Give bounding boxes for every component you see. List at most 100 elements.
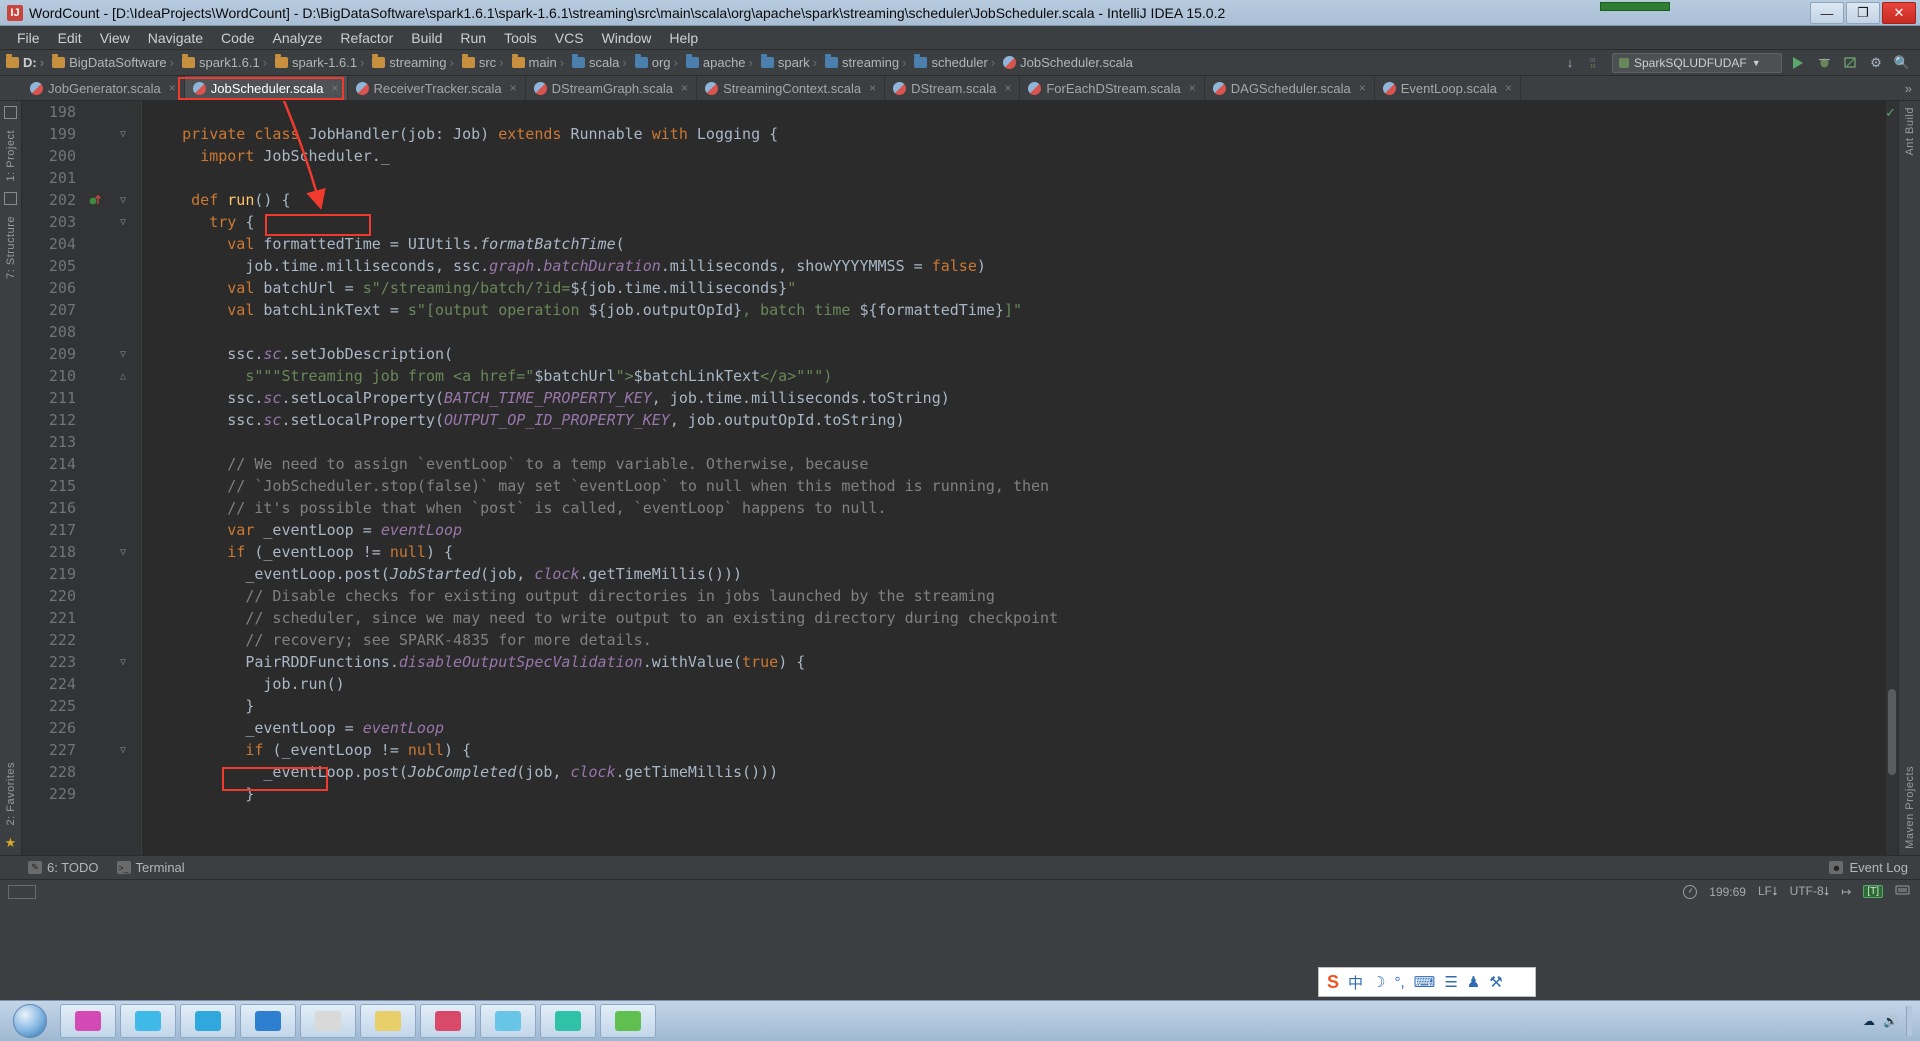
run-button[interactable]: [1788, 53, 1808, 73]
event-log-label[interactable]: Event Log: [1849, 860, 1908, 875]
menu-run[interactable]: Run: [451, 28, 495, 48]
close-icon[interactable]: ×: [681, 81, 688, 95]
breadcrumb-item-d[interactable]: D: ›: [4, 54, 50, 70]
menu-vcs[interactable]: VCS: [546, 28, 593, 48]
fold-toggle-icon[interactable]: ▽: [108, 745, 138, 756]
taskbar-item-1[interactable]: [60, 1004, 116, 1038]
sidebar-item-structure[interactable]: 7: Structure: [5, 210, 17, 285]
code-line[interactable]: 219 _eventLoop.post(JobStarted(job, cloc…: [22, 563, 1898, 585]
fold-toggle-icon[interactable]: ▽: [108, 657, 138, 668]
editor-tab-receivertracker-scala[interactable]: ReceiverTracker.scala ×: [348, 76, 526, 100]
editor-tab-foreachdstream-scala[interactable]: ForEachDStream.scala ×: [1020, 76, 1205, 100]
taskbar-item-3[interactable]: [180, 1004, 236, 1038]
taskbar-item-7[interactable]: [420, 1004, 476, 1038]
status-badge[interactable]: [T]: [1863, 885, 1883, 898]
code-line[interactable]: 225 }: [22, 695, 1898, 717]
editor-tab-dstream-scala[interactable]: DStream.scala ×: [885, 76, 1021, 100]
code-line[interactable]: 206 val batchUrl = s"/streaming/batch/?i…: [22, 277, 1898, 299]
code-line[interactable]: 202 ▽ def run() {: [22, 189, 1898, 211]
breadcrumb-item-streaming[interactable]: streaming ›: [370, 54, 459, 70]
breadcrumb-item-apache[interactable]: apache ›: [684, 54, 759, 70]
code-line[interactable]: 220 // Disable checks for existing outpu…: [22, 585, 1898, 607]
sidebar-item-project[interactable]: 1: Project: [5, 124, 17, 187]
override-gutter-icon[interactable]: [82, 193, 108, 207]
menu-navigate[interactable]: Navigate: [139, 28, 212, 48]
close-button[interactable]: ✕: [1882, 2, 1916, 24]
run-with-coverage-button[interactable]: [1840, 53, 1860, 73]
menu-refactor[interactable]: Refactor: [331, 28, 402, 48]
fold-toggle-icon[interactable]: ▽: [108, 129, 138, 140]
code-line[interactable]: 198: [22, 101, 1898, 123]
line-numbers-icon[interactable]: 01 10: [1586, 53, 1606, 73]
run-configuration-selector[interactable]: SparkSQLUDFUDAF ▼: [1612, 52, 1782, 73]
fold-toggle-icon[interactable]: ▽: [108, 195, 138, 206]
favorites-star-icon[interactable]: ★: [5, 835, 17, 851]
sidebar-item-maven-projects[interactable]: Maven Projects: [1904, 760, 1916, 855]
breadcrumb-item-spark161[interactable]: spark-1.6.1 ›: [273, 54, 370, 70]
indent-icon[interactable]: ↦: [1841, 885, 1851, 899]
code-line[interactable]: 222 // recovery; see SPARK-4835 for more…: [22, 629, 1898, 651]
code-line[interactable]: 214 // We need to assign `eventLoop` to …: [22, 453, 1898, 475]
search-icon[interactable]: 🔍: [1892, 53, 1912, 73]
ime-toolbar[interactable]: S 中 ☽ °, ⌨ ☰ ♟ ⚒: [1318, 967, 1536, 997]
settings-gear-icon[interactable]: ⚙: [1866, 53, 1886, 73]
taskbar-item-2[interactable]: [120, 1004, 176, 1038]
fold-toggle-icon[interactable]: ▽: [108, 217, 138, 228]
taskbar-item-6[interactable]: [360, 1004, 416, 1038]
breadcrumb-item-src[interactable]: src ›: [460, 54, 510, 70]
close-icon[interactable]: ×: [1505, 81, 1512, 95]
menu-edit[interactable]: Edit: [49, 28, 91, 48]
breadcrumb-item-spark161[interactable]: spark1.6.1 ›: [180, 54, 273, 70]
code-line[interactable]: 213: [22, 431, 1898, 453]
file-encoding[interactable]: UTF-8⭣: [1790, 884, 1830, 899]
code-line[interactable]: 207 val batchLinkText = s"[output operat…: [22, 299, 1898, 321]
taskbar-item-4[interactable]: [240, 1004, 296, 1038]
sidebar-item-favorites[interactable]: 2: Favorites: [5, 756, 17, 831]
code-line[interactable]: 201: [22, 167, 1898, 189]
code-line[interactable]: 212 ssc.sc.setLocalProperty(OUTPUT_OP_ID…: [22, 409, 1898, 431]
editor-tab-eventloop-scala[interactable]: EventLoop.scala ×: [1375, 76, 1521, 100]
menu-code[interactable]: Code: [212, 28, 263, 48]
editor-tab-streamingcontext-scala[interactable]: StreamingContext.scala ×: [697, 76, 886, 100]
breadcrumb-item-bigdatasoftware[interactable]: BigDataSoftware ›: [50, 54, 180, 70]
structure-rail-icon[interactable]: [4, 192, 17, 206]
taskbar-item-5[interactable]: [300, 1004, 356, 1038]
tray-icon-show-desktop[interactable]: [1906, 1006, 1912, 1036]
breadcrumb-item-scheduler[interactable]: scheduler ›: [912, 54, 1001, 70]
fold-toggle-icon[interactable]: △: [108, 371, 138, 382]
tab-overflow-button[interactable]: »: [1905, 76, 1920, 100]
breadcrumb-item-jobschedulerscala[interactable]: JobScheduler.scala: [1001, 55, 1136, 70]
close-icon[interactable]: ×: [1189, 81, 1196, 95]
code-line[interactable]: 216 // it's possible that when `post` is…: [22, 497, 1898, 519]
menu-window[interactable]: Window: [593, 28, 661, 48]
close-icon[interactable]: ×: [1359, 81, 1366, 95]
ime-user-icon[interactable]: ☰: [1444, 973, 1457, 991]
close-icon[interactable]: ×: [1004, 81, 1011, 95]
project-rail-icon[interactable]: [4, 106, 17, 119]
debug-button[interactable]: [1814, 53, 1834, 73]
status-window-icon[interactable]: [8, 884, 36, 899]
code-line[interactable]: 224 job.run(): [22, 673, 1898, 695]
code-line[interactable]: 218 ▽ if (_eventLoop != null) {: [22, 541, 1898, 563]
editor-tab-jobgenerator-scala[interactable]: JobGenerator.scala ×: [22, 76, 185, 100]
editor-tab-dagscheduler-scala[interactable]: DAGScheduler.scala ×: [1205, 76, 1375, 100]
maximize-button[interactable]: ❐: [1846, 2, 1880, 24]
tray-icon-network[interactable]: ☁: [1863, 1014, 1875, 1028]
code-line[interactable]: 226 _eventLoop = eventLoop: [22, 717, 1898, 739]
sidebar-item-ant-build[interactable]: Ant Build: [1904, 101, 1916, 162]
code-line[interactable]: 221 // scheduler, since we may need to w…: [22, 607, 1898, 629]
ime-mode-icon[interactable]: 中: [1348, 972, 1363, 993]
breadcrumb-item-spark[interactable]: spark ›: [759, 54, 823, 70]
breadcrumb-item-scala[interactable]: scala ›: [570, 54, 633, 70]
tray-icon-volume[interactable]: 🔊: [1883, 1014, 1898, 1028]
close-icon[interactable]: ×: [869, 81, 876, 95]
tool-window-todo[interactable]: ✎ 6: TODO: [28, 860, 99, 875]
memory-icon[interactable]: [1895, 884, 1910, 899]
taskbar-item-10[interactable]: [600, 1004, 656, 1038]
menu-build[interactable]: Build: [402, 28, 451, 48]
close-icon[interactable]: ×: [510, 81, 517, 95]
ime-moon-icon[interactable]: ☽: [1372, 973, 1385, 991]
code-line[interactable]: 200 import JobScheduler._: [22, 145, 1898, 167]
breadcrumb-item-main[interactable]: main ›: [510, 54, 571, 70]
menu-view[interactable]: View: [91, 28, 139, 48]
